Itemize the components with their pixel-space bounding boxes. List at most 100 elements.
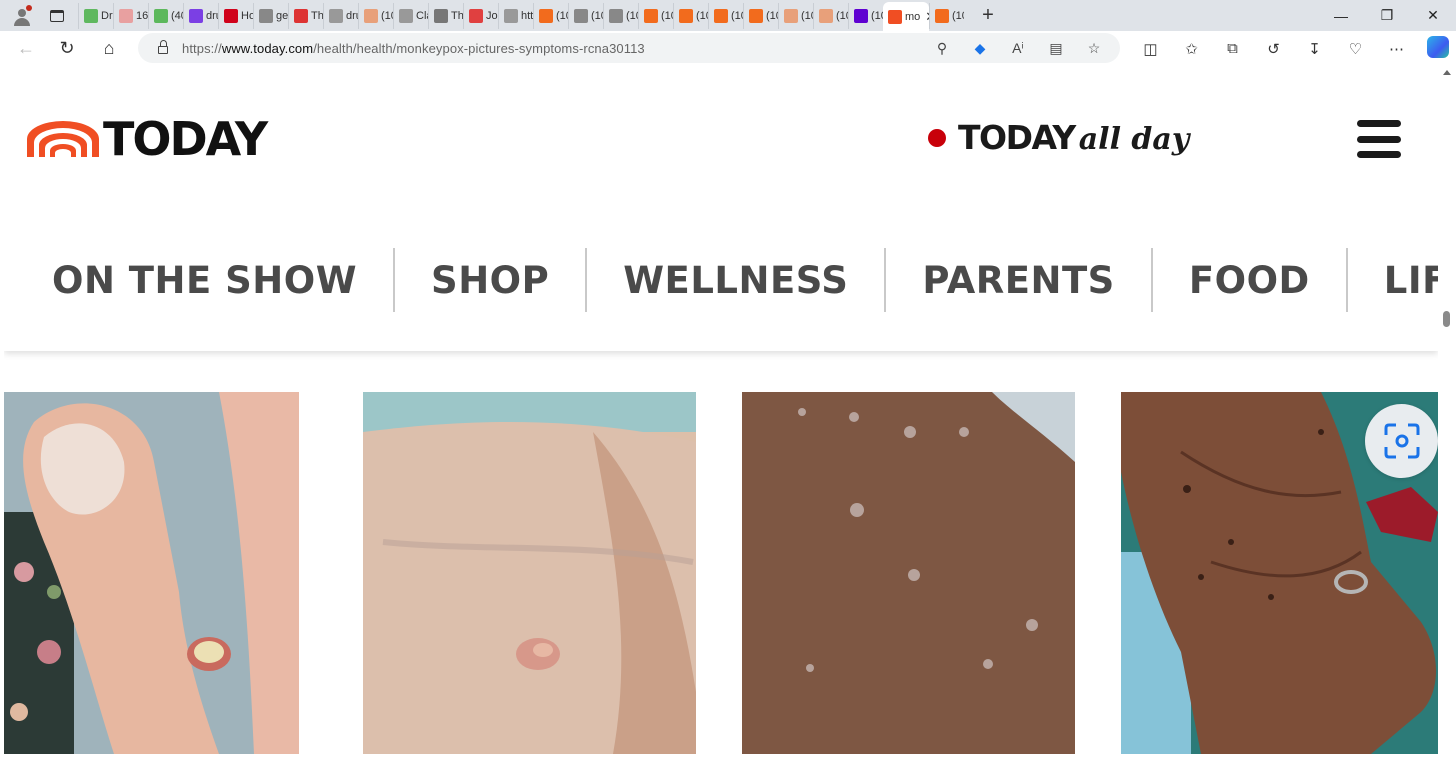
browser-tab[interactable]: 16( — [113, 2, 148, 29]
browser-tab[interactable]: (40 — [148, 2, 183, 29]
tt-icon — [434, 8, 448, 23]
browser-tab[interactable]: dru — [323, 2, 358, 29]
tab-actions-icon[interactable] — [44, 5, 70, 27]
history-icon[interactable]: ↺ — [1253, 40, 1294, 58]
tab-label: (10 — [661, 9, 673, 22]
image-icon — [609, 8, 623, 23]
tab-label: (10 — [766, 9, 778, 22]
favorite-star-icon[interactable]: ☆ — [1082, 40, 1106, 57]
browser-tab[interactable]: get — [253, 2, 288, 29]
visual-search-button[interactable] — [1365, 404, 1438, 478]
ds-icon — [294, 8, 308, 23]
youtube-icon — [469, 8, 483, 23]
tab-label: dru — [206, 9, 218, 22]
browser-tab[interactable]: Dr. — [78, 2, 113, 29]
nav-item-food[interactable]: FOOD — [1153, 248, 1348, 312]
minimize-button[interactable]: — — [1318, 0, 1364, 31]
nav-item-wellness[interactable]: WELLNESS — [587, 248, 887, 312]
today-logo[interactable]: TODAY — [27, 112, 268, 166]
nav-item-parents[interactable]: PARENTS — [886, 248, 1153, 312]
browser-tab[interactable]: (10 — [848, 2, 883, 29]
tab-label: (10 — [871, 9, 883, 22]
tab-label: (10 — [952, 9, 964, 22]
browser-tab[interactable]: (10 — [778, 2, 813, 29]
browser-tab-active[interactable]: mo✕ — [883, 2, 929, 31]
rainbow-logo-icon — [27, 121, 99, 157]
gallery-photo-wrist-bump[interactable] — [363, 392, 696, 754]
close-window-button[interactable]: ✕ — [1410, 0, 1456, 31]
copilot-icon[interactable] — [1417, 35, 1456, 62]
bookmark-icon — [749, 8, 763, 23]
bookmark-icon — [539, 8, 553, 23]
immersive-reader-icon[interactable]: ▤ — [1044, 40, 1068, 57]
tab-label: mo — [905, 10, 921, 23]
refresh-button[interactable]: ↻ — [50, 34, 84, 64]
nav-item-shop[interactable]: SHOP — [395, 248, 588, 312]
nav-item-on-the-show[interactable]: ON THE SHOW — [4, 248, 396, 312]
url-prefix: https:// — [182, 40, 222, 56]
browser-tab[interactable]: (10 — [358, 2, 393, 29]
browser-tab[interactable]: Cla — [393, 2, 428, 29]
browser-tab[interactable]: (10 — [673, 2, 708, 29]
downloads-icon[interactable]: ↧ — [1294, 40, 1335, 58]
gallery-photo-skin-pustules[interactable] — [742, 392, 1075, 754]
browser-tab[interactable]: (10 — [568, 2, 603, 29]
browser-tab[interactable]: (10 — [533, 2, 568, 29]
lock-icon[interactable] — [148, 40, 178, 54]
more-options-icon[interactable]: ⋯ — [1376, 40, 1417, 58]
tab-label: get — [276, 9, 288, 22]
nav-item-life[interactable]: LIFE — [1348, 248, 1438, 312]
scroll-up-arrow-icon[interactable] — [1443, 70, 1451, 75]
tab-label: (10 — [556, 9, 568, 22]
browser-tab[interactable]: (10 — [708, 2, 743, 29]
bookmark-icon — [644, 8, 658, 23]
tab-label: (10 — [836, 9, 848, 22]
profile-avatar-icon[interactable] — [8, 2, 36, 30]
doc-icon — [329, 8, 343, 23]
browser-tab[interactable]: (10 — [638, 2, 673, 29]
tab-label: (10 — [591, 9, 603, 22]
address-bar[interactable]: https://www.today.com/health/health/monk… — [138, 33, 1120, 63]
tab-label: Thi — [451, 9, 463, 22]
browser-tab[interactable]: (10 — [603, 2, 638, 29]
split-screen-icon[interactable]: ◫ — [1130, 40, 1171, 58]
zoom-icon[interactable]: ⚲ — [930, 40, 954, 57]
browser-tab[interactable]: The — [288, 2, 323, 29]
back-button[interactable]: ← — [9, 34, 43, 64]
browser-tab[interactable]: dru — [183, 2, 218, 29]
scrollbar-thumb[interactable] — [1443, 311, 1450, 327]
gallery-photo-thumb-lesion[interactable] — [4, 392, 316, 754]
tab-label: (10 — [801, 9, 813, 22]
yahoo-icon — [854, 8, 868, 23]
tab-label: 16( — [136, 9, 148, 22]
read-aloud-icon[interactable]: Aⁱ — [1006, 40, 1030, 57]
browser-tab[interactable]: (10 — [813, 2, 848, 29]
browser-essentials-icon[interactable]: ♡ — [1335, 40, 1376, 58]
url-text[interactable]: https://www.today.com/health/health/monk… — [182, 41, 645, 56]
browser-toolbar: ← ↻ ⌂ https://www.today.com/health/healt… — [0, 31, 1456, 66]
tab-label: htt — [521, 9, 533, 22]
restore-button[interactable]: ❐ — [1364, 0, 1410, 31]
collections-icon[interactable]: ⧉ — [1212, 40, 1253, 57]
favorites-icon[interactable]: ✩ — [1171, 40, 1212, 58]
tab-label: (10 — [696, 9, 708, 22]
today-all-day-link[interactable]: TODAY all day — [928, 118, 1189, 157]
browser-tab[interactable]: Thi — [428, 2, 463, 29]
logo-wordmark: TODAY — [103, 112, 268, 166]
page-scrollbar[interactable] — [1438, 66, 1456, 774]
image-icon — [574, 8, 588, 23]
shopping-tag-icon[interactable]: ◆ — [968, 40, 992, 57]
tab-label: (10 — [626, 9, 638, 22]
browser-tab[interactable]: (10 — [743, 2, 778, 29]
doc-icon — [504, 8, 518, 23]
home-button[interactable]: ⌂ — [92, 34, 126, 64]
browser-tab[interactable]: htt — [498, 2, 533, 29]
menu-hamburger-icon[interactable] — [1357, 120, 1401, 158]
browser-tab[interactable]: Jou — [463, 2, 498, 29]
new-tab-button[interactable]: + — [974, 2, 1002, 30]
allday-brand: TODAY — [958, 118, 1076, 157]
tab-label: Dr. — [101, 9, 113, 22]
browser-tab[interactable]: Ho — [218, 2, 253, 29]
bookmark-icon — [364, 8, 378, 23]
browser-tab[interactable]: (10 — [929, 2, 964, 29]
